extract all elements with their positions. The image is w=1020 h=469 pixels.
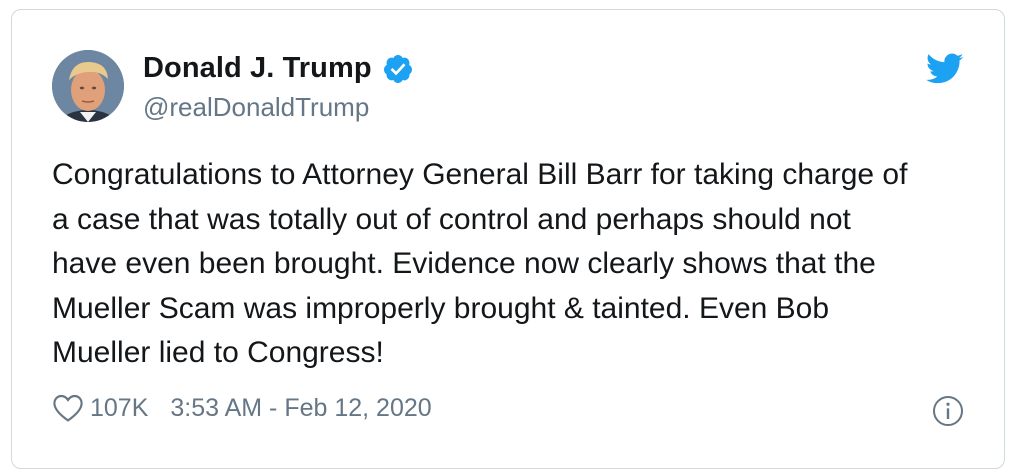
info-icon[interactable] xyxy=(932,395,964,427)
twitter-bird-icon[interactable] xyxy=(926,53,964,85)
author-handle[interactable]: @realDonaldTrump xyxy=(143,92,369,123)
author-display-name[interactable]: Donald J. Trump xyxy=(143,52,372,85)
tweet-text-line: Congratulations to Attorney General Bill… xyxy=(52,158,908,191)
heart-icon[interactable] xyxy=(52,393,84,423)
tweet-text-line: a case that was totally out of control a… xyxy=(52,202,851,236)
tweet-timestamp[interactable]: 3:53 AM - Feb 12, 2020 xyxy=(170,394,431,423)
like-count[interactable]: 107K xyxy=(90,394,148,423)
verified-badge-icon xyxy=(382,53,414,85)
tweet-text: Congratulations to Attorney General Bill… xyxy=(52,153,982,376)
tweet-text-line: Mueller Scam was improperly brought & ta… xyxy=(52,291,830,325)
tweet-card: Donald J. Trump @realDonaldTrump Congrat… xyxy=(11,9,1005,469)
tweet-text-line: Mueller lied to Congress! xyxy=(52,336,384,369)
tweet-text-line: have even been brought. Evidence now cle… xyxy=(52,247,876,280)
author-name-row[interactable]: Donald J. Trump xyxy=(143,52,414,85)
tweet-footer: 107K 3:53 AM - Feb 12, 2020 xyxy=(52,393,432,423)
avatar[interactable] xyxy=(52,50,124,122)
profile-photo xyxy=(52,50,124,122)
